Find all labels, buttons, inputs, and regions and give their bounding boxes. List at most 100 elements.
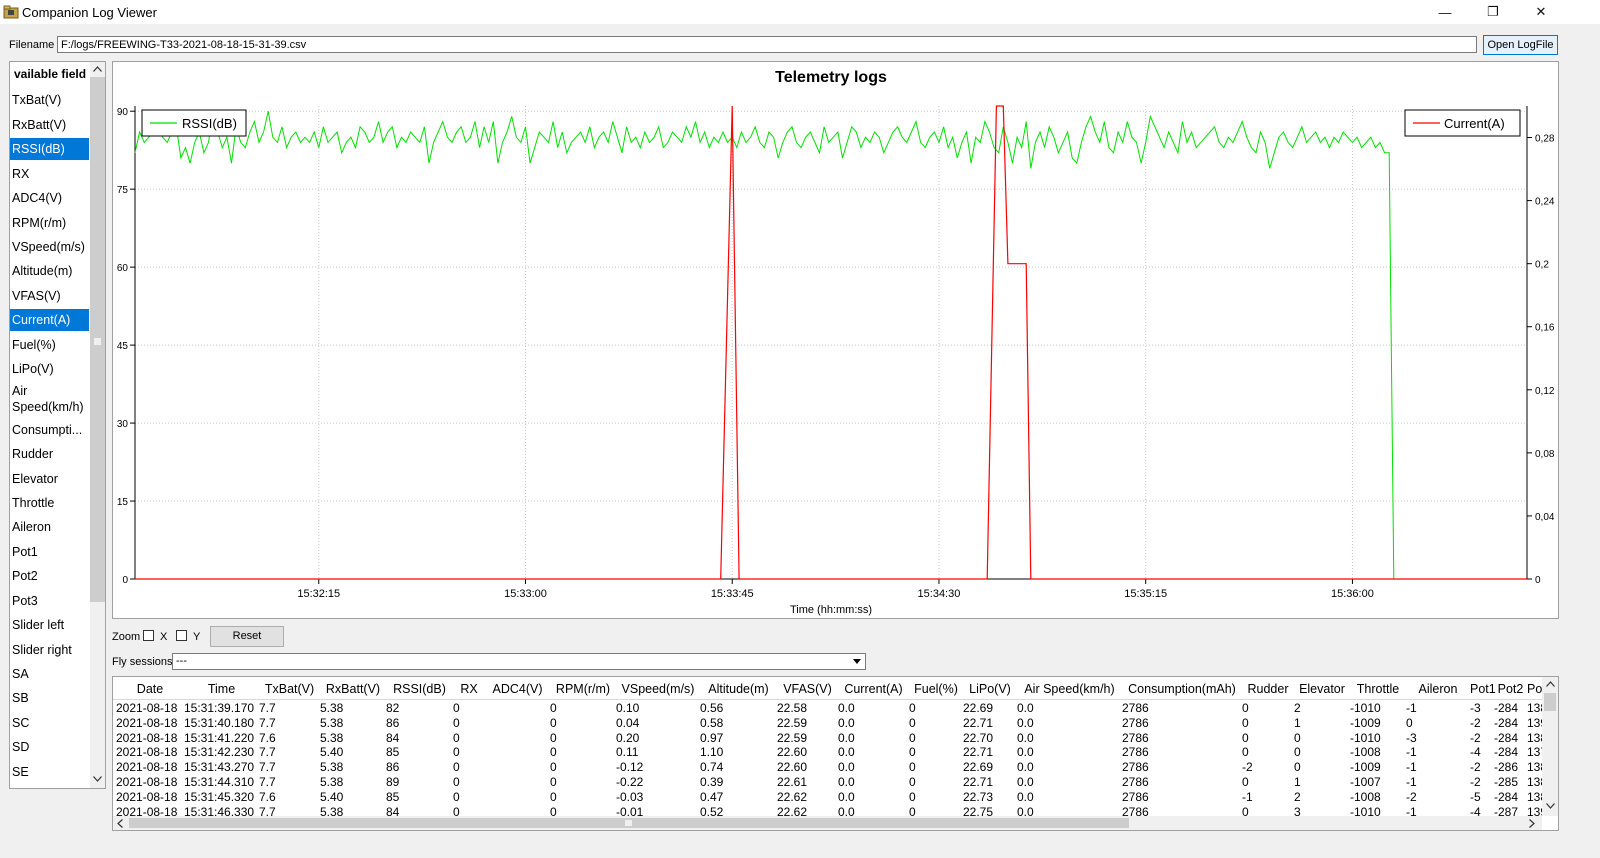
table-cell[interactable]: 0 xyxy=(1294,760,1301,774)
table-cell[interactable]: 0.10 xyxy=(616,701,639,715)
table-cell[interactable]: 22.62 xyxy=(777,805,807,816)
table-cell[interactable]: -1009 xyxy=(1350,716,1381,730)
table-cell[interactable]: -3 xyxy=(1406,731,1417,745)
table-cell[interactable]: 0.52 xyxy=(700,805,723,816)
table-cell[interactable]: 7.6 xyxy=(259,731,276,745)
column-header[interactable]: Aileron xyxy=(1406,682,1470,696)
table-cell[interactable]: 7.6 xyxy=(259,790,276,804)
table-vertical-scrollbar[interactable] xyxy=(1542,677,1558,816)
table-cell[interactable]: -2 xyxy=(1470,775,1481,789)
scroll-left-icon[interactable] xyxy=(117,819,123,828)
scroll-up-icon[interactable] xyxy=(93,66,102,72)
table-cell[interactable]: 0 xyxy=(550,731,557,745)
table-cell[interactable]: 2021-08-18 xyxy=(116,760,177,774)
open-logfile-button[interactable]: Open LogFile xyxy=(1483,35,1558,55)
table-cell[interactable]: 0 xyxy=(909,745,916,759)
column-header[interactable]: Rudder xyxy=(1242,682,1294,696)
table-cell[interactable]: -0.01 xyxy=(616,805,643,816)
table-cell[interactable]: 2786 xyxy=(1122,716,1149,730)
field-item[interactable]: VFAS(V) xyxy=(10,285,89,307)
table-cell[interactable]: 0.0 xyxy=(1017,805,1034,816)
table-cell[interactable]: 138 xyxy=(1527,731,1542,745)
table-cell[interactable]: 22.59 xyxy=(777,716,807,730)
field-item[interactable]: Throttle xyxy=(10,492,89,514)
table-cell[interactable]: -1008 xyxy=(1350,790,1381,804)
column-header[interactable]: ADC4(V) xyxy=(485,682,550,696)
table-cell[interactable]: 2021-08-18 xyxy=(116,716,177,730)
table-cell[interactable]: 22.71 xyxy=(963,745,993,759)
table-cell[interactable]: 0 xyxy=(909,805,916,816)
field-item[interactable]: SE xyxy=(10,761,89,783)
field-item[interactable]: LiPo(V) xyxy=(10,358,89,380)
field-item[interactable]: Current(A) xyxy=(10,309,89,331)
table-cell[interactable]: 85 xyxy=(386,745,399,759)
column-header[interactable]: Po xyxy=(1527,682,1542,696)
table-cell[interactable]: -0.12 xyxy=(616,760,643,774)
table-cell[interactable]: 5.40 xyxy=(320,790,343,804)
table-cell[interactable]: 0.47 xyxy=(700,790,723,804)
table-cell[interactable]: 0 xyxy=(550,760,557,774)
table-cell[interactable]: 0 xyxy=(550,775,557,789)
table-cell[interactable]: -1010 xyxy=(1350,805,1381,816)
minimize-button[interactable]: — xyxy=(1422,0,1468,24)
table-cell[interactable]: 2786 xyxy=(1122,760,1149,774)
field-item[interactable]: Rudder xyxy=(10,443,89,465)
table-cell[interactable]: 0.04 xyxy=(616,716,639,730)
field-item[interactable]: Air Speed(km/h) xyxy=(10,382,89,416)
table-cell[interactable]: -3 xyxy=(1470,701,1481,715)
table-cell[interactable]: 138 xyxy=(1527,760,1542,774)
table-cell[interactable]: 138 xyxy=(1527,775,1542,789)
table-cell[interactable]: -1 xyxy=(1406,760,1417,774)
field-item[interactable]: Altitude(m) xyxy=(10,260,89,282)
table-cell[interactable]: 0.0 xyxy=(1017,790,1034,804)
table-cell[interactable]: 0 xyxy=(909,701,916,715)
table-cell[interactable]: -284 xyxy=(1494,745,1518,759)
table-cell[interactable]: 7.7 xyxy=(259,760,276,774)
table-cell[interactable]: 15:31:44.310 xyxy=(184,775,254,789)
table-cell[interactable]: 2786 xyxy=(1122,775,1149,789)
table-cell[interactable]: 22.60 xyxy=(777,760,807,774)
table-cell[interactable]: 0 xyxy=(453,775,460,789)
table-cell[interactable]: 15:31:46.330 xyxy=(184,805,254,816)
close-button[interactable]: ✕ xyxy=(1518,0,1564,24)
field-item[interactable]: Consumpti... xyxy=(10,419,89,441)
table-cell[interactable]: 0.97 xyxy=(700,731,723,745)
field-item[interactable]: Slider left xyxy=(10,614,89,636)
table-cell[interactable]: 0.20 xyxy=(616,731,639,745)
table-cell[interactable]: 7.7 xyxy=(259,745,276,759)
table-cell[interactable]: -1010 xyxy=(1350,731,1381,745)
table-cell[interactable]: 86 xyxy=(386,716,399,730)
table-cell[interactable]: 0 xyxy=(1242,701,1249,715)
column-header[interactable]: RX xyxy=(453,682,485,696)
table-cell[interactable]: -1 xyxy=(1406,745,1417,759)
column-header[interactable]: Consumption(mAh) xyxy=(1122,682,1242,696)
table-cell[interactable]: 2786 xyxy=(1122,731,1149,745)
table-cell[interactable]: 15:31:40.180 xyxy=(184,716,254,730)
table-cell[interactable]: -2 xyxy=(1406,790,1417,804)
table-cell[interactable]: 15:31:45.320 xyxy=(184,790,254,804)
table-cell[interactable]: -284 xyxy=(1494,790,1518,804)
table-cell[interactable]: 0 xyxy=(453,716,460,730)
table-cell[interactable]: 0 xyxy=(550,745,557,759)
table-cell[interactable]: -4 xyxy=(1470,745,1481,759)
table-cell[interactable]: 0.0 xyxy=(838,745,855,759)
table-cell[interactable]: -1 xyxy=(1242,790,1253,804)
column-header[interactable]: Date xyxy=(116,682,184,696)
table-cell[interactable]: 2021-08-18 xyxy=(116,701,177,715)
table-cell[interactable]: 22.62 xyxy=(777,790,807,804)
field-item[interactable]: SC xyxy=(10,712,89,734)
table-cell[interactable]: -4 xyxy=(1470,805,1481,816)
table-horizontal-scrollbar[interactable] xyxy=(113,816,1542,830)
table-cell[interactable]: 0 xyxy=(909,716,916,730)
table-cell[interactable]: 2 xyxy=(1294,790,1301,804)
table-cell[interactable]: 0.0 xyxy=(838,760,855,774)
table-cell[interactable]: 0.56 xyxy=(700,701,723,715)
table-cell[interactable]: -1010 xyxy=(1350,701,1381,715)
column-header[interactable]: TxBat(V) xyxy=(259,682,320,696)
table-cell[interactable]: 5.38 xyxy=(320,701,343,715)
scroll-down-icon[interactable] xyxy=(1546,803,1555,809)
table-cell[interactable]: 15:31:39.170 xyxy=(184,701,254,715)
table-cell[interactable]: 5.38 xyxy=(320,731,343,745)
table-cell[interactable]: 5.38 xyxy=(320,805,343,816)
column-header[interactable]: Altitude(m) xyxy=(700,682,777,696)
